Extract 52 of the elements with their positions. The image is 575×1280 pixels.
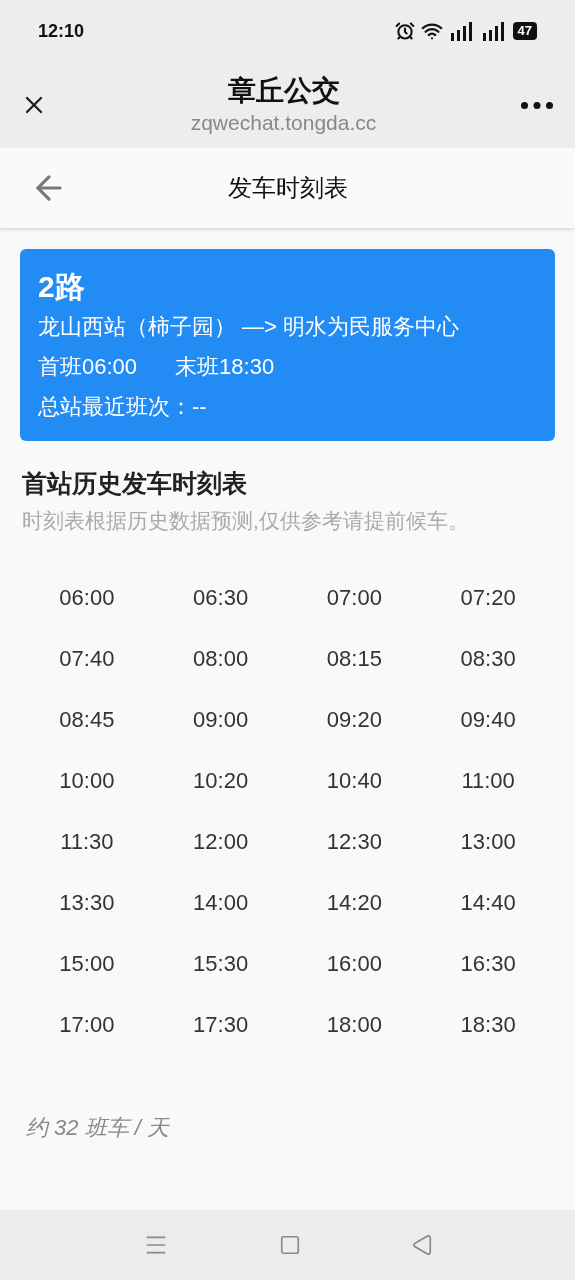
latest-departure: 总站最近班次：--: [38, 393, 208, 421]
browser-url: zqwechat.tongda.cc: [190, 110, 377, 136]
route-direction: 龙山西站（柿子园） —> 明水为民服务中心: [38, 313, 461, 341]
schedule-heading: 首站历史发车时刻表: [22, 468, 248, 499]
departure-time: 06:00: [58, 584, 116, 612]
route-name: 2路: [38, 269, 86, 305]
departure-time: 17:30: [192, 1011, 250, 1039]
departure-time: 18:00: [325, 1011, 383, 1039]
signal-icon: [448, 21, 475, 41]
departure-time: 10:40: [325, 767, 383, 795]
departure-time: 12:30: [325, 828, 383, 856]
departure-time: 08:30: [459, 645, 517, 673]
last-bus-time: 末班18:30: [175, 353, 275, 381]
departure-time: 12:00: [192, 828, 250, 856]
browser-title: 章丘公交: [227, 74, 340, 108]
departure-time: 14:00: [192, 889, 250, 917]
departure-time: 08:15: [325, 645, 383, 673]
departure-time: 09:00: [192, 706, 250, 734]
departure-time: 10:20: [192, 767, 250, 795]
more-icon: [521, 101, 553, 109]
departure-time: 07:40: [58, 645, 116, 673]
departure-time: 16:30: [459, 950, 517, 978]
departure-time: 08:00: [192, 645, 250, 673]
battery-indicator: 47: [512, 22, 537, 40]
back-icon[interactable]: [410, 1234, 433, 1256]
departure-time: 16:00: [325, 950, 383, 978]
departure-time: 15:30: [192, 950, 250, 978]
departure-time: 13:30: [58, 889, 116, 917]
departure-time: 06:30: [192, 584, 250, 612]
page-title: 发车时刻表: [227, 173, 348, 203]
departure-time: 13:00: [459, 828, 517, 856]
departure-time: 14:40: [459, 889, 517, 917]
departure-time: 07:20: [459, 584, 517, 612]
schedule-note: 时刻表根据历史数据预测,仅供参考请提前候车。: [22, 508, 470, 534]
wifi-icon: [420, 20, 443, 42]
alarm-icon: [394, 21, 415, 41]
departure-time: 08:45: [58, 706, 116, 734]
status-time: 12:10: [38, 19, 85, 43]
signal-icon: [480, 21, 507, 41]
first-bus-time: 首班06:00: [38, 353, 138, 381]
departure-time: 10:00: [58, 767, 116, 795]
departure-time: 11:30: [59, 828, 115, 856]
departure-time: 17:00: [58, 1011, 116, 1039]
departure-time: 07:00: [325, 584, 383, 612]
departure-time: 09:20: [325, 706, 383, 734]
departure-time: 14:20: [325, 889, 383, 917]
departure-time: 18:30: [459, 1011, 517, 1039]
departure-time: 15:00: [58, 950, 116, 978]
departure-time: 09:40: [459, 706, 517, 734]
daily-trip-count: 约 32 班车 / 天: [26, 1115, 170, 1140]
departure-time: 11:00: [460, 767, 516, 795]
home-icon[interactable]: [278, 1234, 301, 1256]
